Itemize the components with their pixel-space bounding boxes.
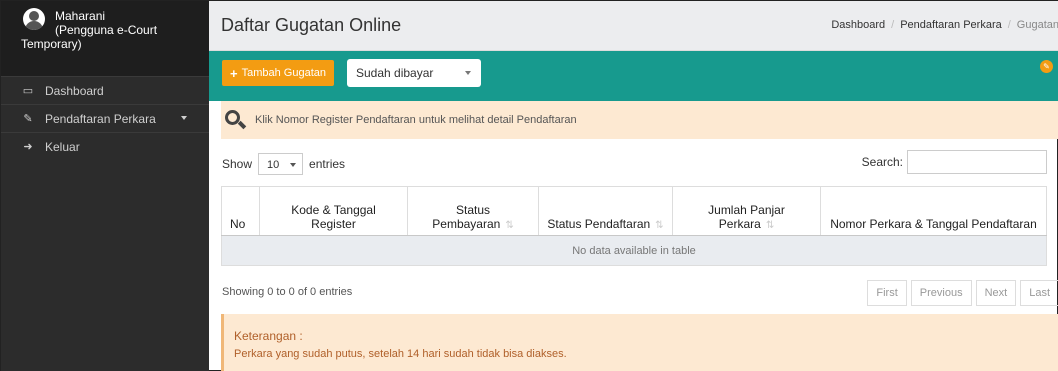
breadcrumb: Dashboard / Pendaftaran Perkara / Gugatan: [831, 19, 1058, 31]
sidebar-item-label: Pendaftaran Perkara: [45, 111, 156, 126]
user-panel: Maharani (Pengguna e-Court Temporary): [1, 1, 209, 76]
collapse-toggle-icon[interactable]: ✎: [1040, 60, 1053, 73]
chevron-down-icon: [290, 163, 297, 167]
column-header-status-pendaftaran[interactable]: Status Pendaftaran ⇅: [538, 186, 673, 236]
pager-first-button[interactable]: First: [867, 280, 907, 306]
table-info: Showing 0 to 0 of 0 entries: [222, 286, 353, 298]
table-search: Search:: [862, 150, 1047, 174]
breadcrumb-gugatan: Gugatan: [1016, 19, 1058, 31]
search-icon: [224, 109, 247, 131]
breadcrumb-dashboard[interactable]: Dashboard: [831, 19, 885, 31]
add-gugatan-button[interactable]: + Tambah Gugatan: [222, 60, 334, 86]
sidebar-item-keluar[interactable]: ➜ Keluar: [1, 132, 209, 160]
sign-out-icon: ➜: [23, 141, 33, 153]
app-frame: Maharani (Pengguna e-Court Temporary) ▭ …: [0, 0, 1058, 371]
chevron-down-icon: [465, 71, 471, 75]
edit-icon: ✎: [23, 113, 33, 125]
pager-next-button[interactable]: Next: [975, 280, 1017, 306]
sidebar: Maharani (Pengguna e-Court Temporary) ▭ …: [1, 1, 209, 371]
breadcrumb-pendaftaran-perkara[interactable]: Pendaftaran Perkara: [900, 19, 1002, 31]
page-header: Daftar Gugatan Online Dashboard / Pendafta…: [209, 1, 1058, 51]
pagination: First Previous Next Last: [863, 280, 1058, 306]
sort-icon: ⇅: [765, 220, 775, 231]
column-header-jumlah-panjar[interactable]: Jumlah Panjar Perkara ⇅: [672, 186, 821, 236]
sidebar-menu: ▭ Dashboard ✎ Pendaftaran Perkara ➜ Kelu…: [1, 76, 209, 160]
keterangan-callout: Keterangan : Perkara yang sudah putus, s…: [221, 314, 1058, 371]
main-content: Daftar Gugatan Online Dashboard / Pendafta…: [209, 1, 1058, 371]
plus-icon: +: [230, 65, 238, 81]
pager-last-button[interactable]: Last: [1020, 280, 1058, 306]
sidebar-item-label: Keluar: [45, 139, 80, 154]
note-title: Keterangan :: [234, 329, 303, 343]
column-header-nomor-perkara[interactable]: Nomor Perkara & Tanggal Pendaftaran: [820, 186, 1047, 236]
table-controls: Show 10 entries Search:: [222, 149, 1047, 177]
user-role: (Pengguna e-Court Temporary): [21, 23, 158, 51]
status-filter-select[interactable]: Sudah dibayar: [347, 59, 481, 87]
toolbar: + Tambah Gugatan Sudah dibayar ✎: [209, 51, 1058, 101]
length-control: Show 10 entries: [222, 153, 345, 175]
sort-icon: ⇅: [655, 220, 664, 231]
table-header-row: No Kode & Tanggal Register Status Pembay…: [221, 186, 1047, 236]
search-input[interactable]: [907, 150, 1047, 174]
entries-length-select[interactable]: 10: [258, 153, 304, 175]
column-header-status-pembayaran[interactable]: Status Pembayaran ⇅: [407, 186, 539, 236]
entries-length-value: 10: [267, 159, 280, 171]
chevron-down-icon: [181, 116, 187, 120]
pager-previous-button[interactable]: Previous: [910, 280, 972, 306]
sidebar-item-dashboard[interactable]: ▭ Dashboard: [1, 76, 209, 104]
sort-icon: ⇅: [505, 220, 514, 231]
column-header-kode-tanggal[interactable]: Kode & Tanggal Register: [259, 186, 408, 236]
user-name: Maharani: [55, 9, 106, 23]
empty-table-message: No data available in table: [221, 235, 1047, 266]
search-label: Search:: [861, 155, 903, 169]
page-title: Daftar Gugatan Online: [221, 15, 402, 35]
add-gugatan-label: Tambah Gugatan: [241, 67, 326, 79]
monitor-icon: ▭: [22, 85, 34, 97]
entries-label: entries: [309, 157, 346, 171]
sidebar-item-pendaftaran-perkara[interactable]: ✎ Pendaftaran Perkara: [1, 104, 209, 132]
table-row: No data available in table: [221, 235, 1047, 266]
status-filter-value: Sudah dibayar: [356, 66, 434, 80]
note-text: Perkara yang sudah putus, setelah 14 har…: [234, 348, 567, 360]
gugatan-table: No Kode & Tanggal Register Status Pembay…: [221, 186, 1047, 266]
info-callout: Klik Nomor Register Pendaftaran untuk me…: [221, 101, 1058, 139]
column-header-no[interactable]: No: [221, 186, 260, 236]
sidebar-item-label: Dashboard: [45, 83, 104, 98]
info-text: Klik Nomor Register Pendaftaran untuk me…: [255, 114, 577, 126]
show-label: Show: [222, 157, 253, 171]
